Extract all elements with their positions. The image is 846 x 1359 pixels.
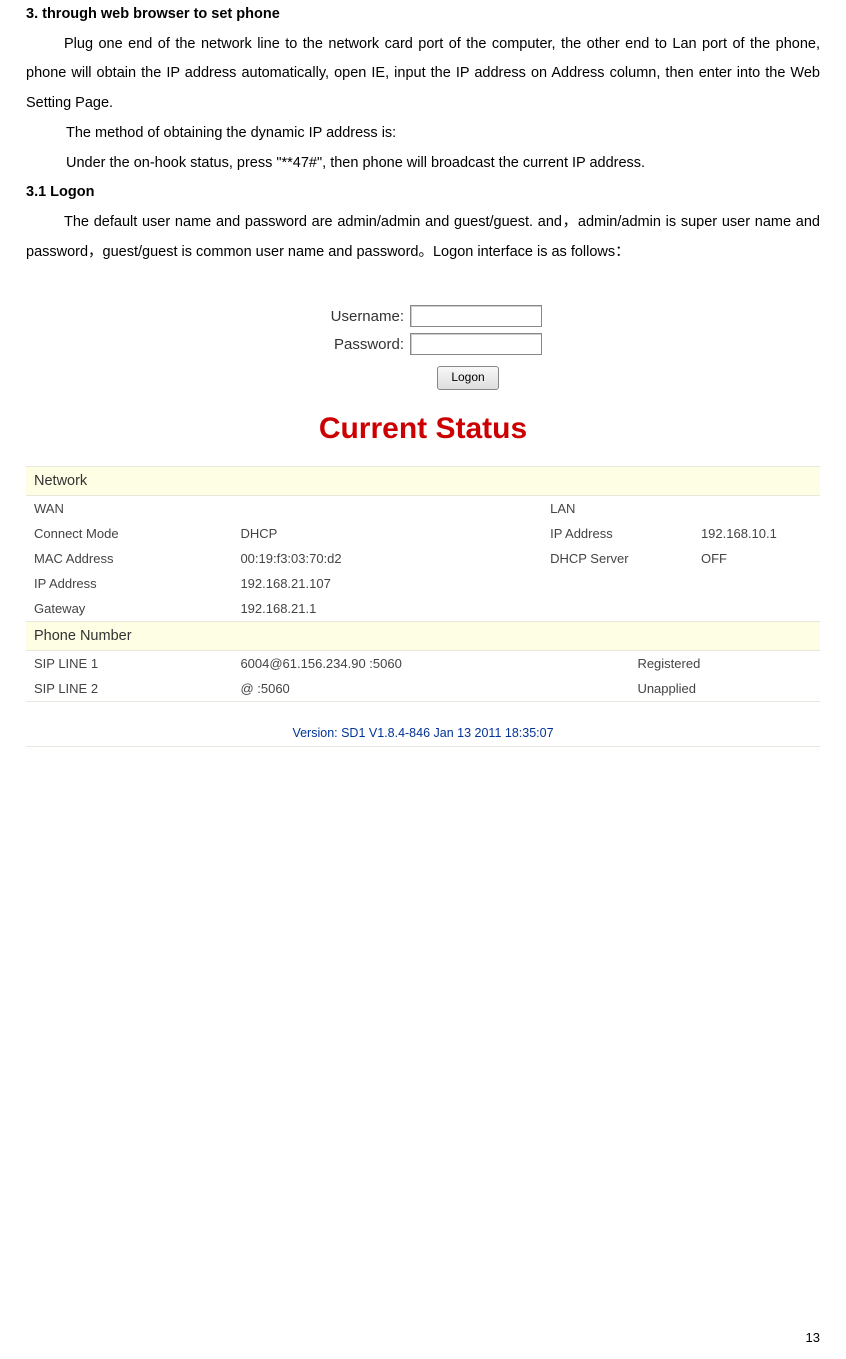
table-row: Connect ModeDHCPIP Address192.168.10.1 xyxy=(26,521,820,546)
cell: 192.168.21.107 xyxy=(232,571,542,596)
version-text: Version: SD1 V1.8.4-846 Jan 13 2011 18:3… xyxy=(26,726,820,740)
table-row: SIP LINE 2@ :5060Unapplied xyxy=(26,676,820,701)
cell: WAN xyxy=(26,496,232,521)
heading-3-1: 3.1 Logon xyxy=(26,178,820,208)
cell: 192.168.10.1 xyxy=(693,521,820,546)
table-row: Gateway192.168.21.1 xyxy=(26,596,820,621)
table-row: SIP LINE 16004@61.156.234.90 :5060Regist… xyxy=(26,651,820,676)
network-table: WANLAN Connect ModeDHCPIP Address192.168… xyxy=(26,496,820,621)
page-number: 13 xyxy=(806,1330,820,1345)
current-status-title: Current Status xyxy=(26,412,820,446)
para-intro: Plug one end of the network line to the … xyxy=(26,30,820,119)
cell: MAC Address xyxy=(26,546,232,571)
cell: LAN xyxy=(542,496,693,521)
cell xyxy=(542,571,693,596)
username-input[interactable] xyxy=(410,305,542,327)
cell xyxy=(693,496,820,521)
cell: 00:19:f3:03:70:d2 xyxy=(232,546,542,571)
heading-3: 3. through web browser to set phone xyxy=(26,0,820,30)
cell: 6004@61.156.234.90 :5060 xyxy=(232,651,629,676)
divider xyxy=(26,746,820,747)
cell xyxy=(542,596,693,621)
cell: IP Address xyxy=(542,521,693,546)
cell xyxy=(693,571,820,596)
para-onhook: Under the on-hook status, press "**47#",… xyxy=(26,149,820,179)
table-row: WAN LAN xyxy=(26,496,820,521)
cell: SIP LINE 2 xyxy=(26,676,232,701)
cell: Unapplied xyxy=(629,676,820,701)
cell: Gateway xyxy=(26,596,232,621)
cell: 192.168.21.1 xyxy=(232,596,542,621)
cell: OFF xyxy=(693,546,820,571)
cell: Registered xyxy=(629,651,820,676)
phone-table: SIP LINE 16004@61.156.234.90 :5060Regist… xyxy=(26,651,820,701)
phone-section-header: Phone Number xyxy=(26,621,820,651)
cell: SIP LINE 1 xyxy=(26,651,232,676)
status-tables: Network WANLAN Connect ModeDHCPIP Addres… xyxy=(26,466,820,702)
password-input[interactable] xyxy=(410,333,542,355)
table-row: IP Address192.168.21.107 xyxy=(26,571,820,596)
logon-button[interactable]: Logon xyxy=(437,366,499,390)
table-row: MAC Address00:19:f3:03:70:d2DHCP ServerO… xyxy=(26,546,820,571)
password-label: Password: xyxy=(304,336,404,353)
cell xyxy=(232,496,542,521)
cell: Connect Mode xyxy=(26,521,232,546)
network-section-header: Network xyxy=(26,466,820,496)
para-logon: The default user name and password are a… xyxy=(26,208,820,267)
cell: DHCP xyxy=(232,521,542,546)
login-figure: Username: Password: Logon xyxy=(26,302,820,390)
cell: @ :5060 xyxy=(232,676,629,701)
cell: IP Address xyxy=(26,571,232,596)
para-method: The method of obtaining the dynamic IP a… xyxy=(26,119,820,149)
cell xyxy=(693,596,820,621)
username-label: Username: xyxy=(304,308,404,325)
cell: DHCP Server xyxy=(542,546,693,571)
